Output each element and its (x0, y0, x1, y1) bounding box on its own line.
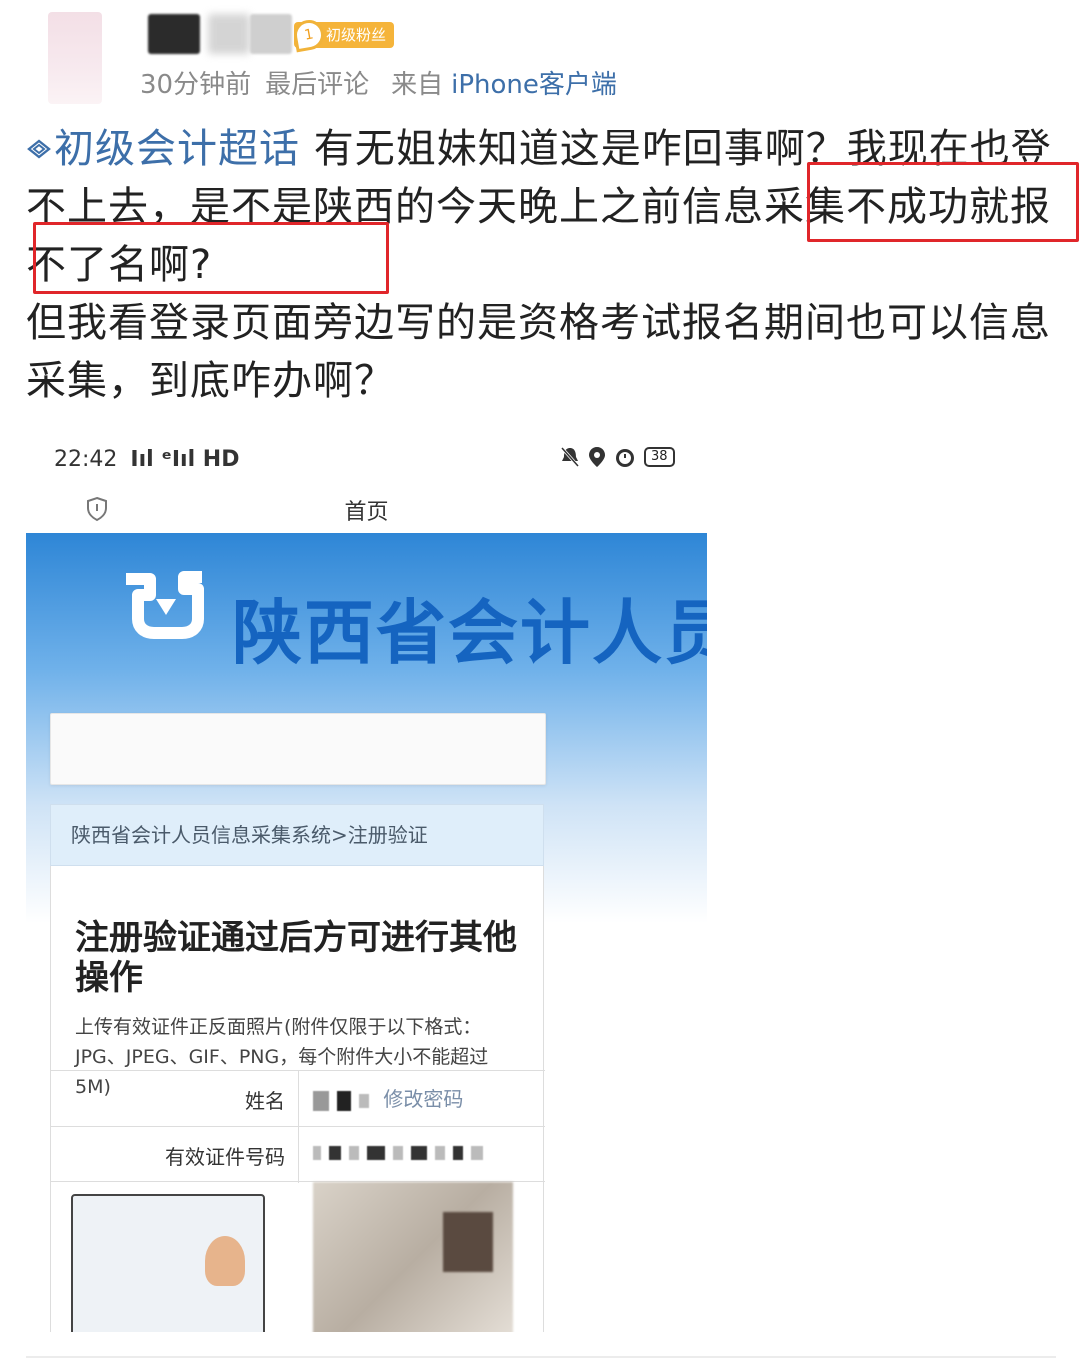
username-blurred-part[interactable] (250, 14, 292, 54)
field-label-name: 姓名 (245, 1089, 285, 1113)
fan-level-icon: 1 (291, 17, 327, 53)
from-prefix: 来自 (391, 70, 444, 100)
name-value: 修改密码 (313, 1083, 463, 1112)
mute-icon (560, 447, 580, 467)
status-signal: ⵏıl ᵉⵏıl HD (130, 447, 240, 472)
site-title: 陕西省会计人员信 (232, 592, 707, 674)
attached-image[interactable]: 22:42 ⵏıl ᵉⵏıl HD 38 首页 陕西省会计人员信 陕西省会计人员… (26, 430, 707, 1332)
last-comment-label: 最后评论 (265, 70, 370, 100)
register-verify-card: 注册验证通过后方可进行其他操作 上传有效证件正反面照片(附件仅限于以下格式：JP… (50, 866, 545, 1332)
topic-name: 初级会计超话 (54, 126, 300, 172)
breadcrumb: 陕西省会计人员信息采集系统>注册验证 (50, 804, 544, 866)
form-row-name: 姓名 修改密码 (51, 1070, 545, 1127)
post-text-after: ? (190, 242, 213, 288)
form-row-id-number: 有效证件号码 (51, 1126, 545, 1183)
battery-icon: 38 (644, 447, 675, 467)
post-text-para2: 但我看登录页面旁边写的是资格考试报名期间也可以信息采集，到底咋办啊？ (26, 300, 1051, 404)
username-blurred[interactable] (148, 14, 200, 54)
status-icons: 38 (560, 446, 675, 468)
search-bar[interactable] (50, 713, 546, 785)
nav-title: 首页 (344, 500, 389, 525)
supertopic-icon (27, 139, 51, 159)
id-number-value-blurred (313, 1139, 491, 1163)
post-meta: 30分钟前 最后评论 来自 iPhone客户端 (140, 64, 631, 101)
fan-badge-label: 初级粉丝 (326, 26, 387, 44)
status-bar: 22:42 ⵏıl ᵉⵏıl HD (54, 447, 239, 472)
post-text-highlight1: 信息采集不 (682, 184, 887, 230)
field-label-id-number: 有效证件号码 (165, 1145, 285, 1169)
location-icon (589, 447, 605, 467)
post-body: 初级会计超话 有无姐妹知道这是咋回事啊？我现在也登不上去，是不是陕西的今天晚上之… (26, 120, 1056, 410)
divider (26, 1356, 1056, 1358)
fan-level-badge: 1 初级粉丝 (291, 17, 395, 53)
post-time: 30分钟前 (140, 70, 252, 100)
id-back-photo[interactable] (313, 1182, 513, 1332)
avatar[interactable] (48, 12, 102, 104)
status-time: 22:42 (54, 447, 118, 472)
username-blurred-part[interactable] (208, 14, 250, 54)
card-title: 注册验证通过后方可进行其他操作 (75, 918, 517, 998)
change-password-link[interactable]: 修改密码 (383, 1087, 463, 1111)
topic-link[interactable]: 初级会计超话 (26, 126, 300, 172)
post-source[interactable]: iPhone客户端 (451, 70, 617, 100)
id-front-photo[interactable] (71, 1194, 265, 1332)
site-logo (126, 571, 204, 639)
alarm-icon (616, 449, 634, 467)
